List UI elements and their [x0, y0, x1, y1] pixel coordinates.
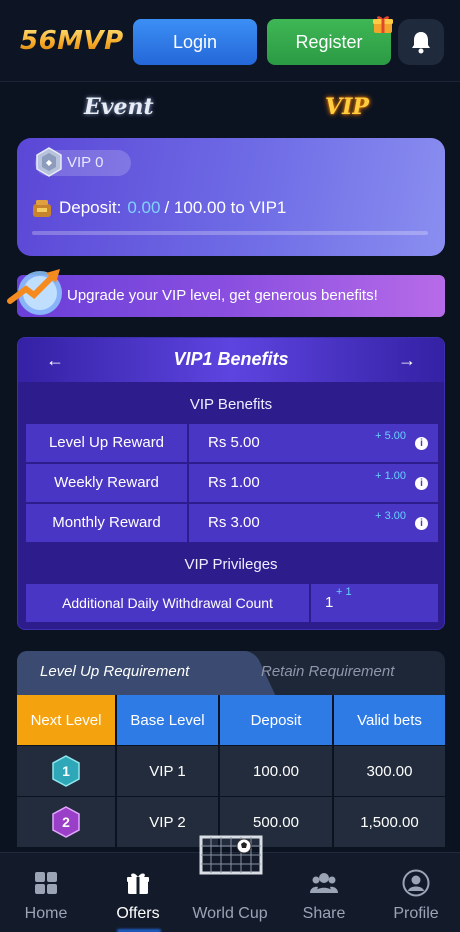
- tab-vip[interactable]: VIP: [325, 94, 369, 120]
- nav-share-label: Share: [302, 905, 346, 922]
- upgrade-banner: Upgrade your VIP level, get generous ben…: [17, 275, 445, 317]
- deposit-progress-bar: [32, 231, 428, 235]
- benefit-plus: + 5.00: [375, 430, 406, 442]
- level-up-arrow-icon: [7, 269, 62, 315]
- col-header-deposit: Deposit: [220, 695, 332, 745]
- gift-icon: [373, 16, 393, 33]
- vip1-badge-number: 1: [62, 763, 70, 779]
- login-button[interactable]: Login: [133, 19, 257, 65]
- benefit-label: Level Up Reward: [26, 424, 187, 462]
- deposit-target: / 100.00 to VIP1: [164, 198, 287, 217]
- privilege-label: Additional Daily Withdrawal Count: [26, 584, 309, 622]
- benefit-row: Weekly Reward Rs 1.00 + 1.00 i: [26, 464, 438, 502]
- nav-profile-label: Profile: [393, 905, 439, 922]
- upgrade-text: Upgrade your VIP level, get generous ben…: [67, 287, 378, 304]
- benefit-row: Level Up Reward Rs 5.00 + 5.00 i: [26, 424, 438, 462]
- benefit-row: Monthly Reward Rs 3.00 + 3.00 i: [26, 504, 438, 542]
- col-header-base-level: Base Level: [117, 695, 218, 745]
- nav-offers[interactable]: Offers: [92, 853, 184, 932]
- info-icon[interactable]: i: [415, 437, 428, 450]
- top-header: 56MVP Login Register: [0, 0, 460, 82]
- profile-icon: [402, 869, 430, 897]
- requirement-tabs: Level Up Requirement Retain Requirement: [17, 651, 445, 695]
- bell-icon: [412, 32, 430, 54]
- soccer-goal-icon[interactable]: [198, 834, 264, 878]
- info-icon[interactable]: i: [415, 477, 428, 490]
- vip-level-text: VIP 0: [67, 154, 104, 171]
- deposit-progress-text: Deposit: 0.00 / 100.00 to VIP1: [31, 198, 286, 218]
- vip-benefits-panel: ← VIP1 Benefits → VIP Benefits Level Up …: [17, 337, 445, 630]
- vip-level-badge: ◆ VIP 0: [35, 147, 131, 177]
- vip2-badge-number: 2: [62, 814, 70, 830]
- benefits-title: VIP1 Benefits: [173, 349, 289, 369]
- vip-gem-icon: ◆: [36, 147, 62, 177]
- vip-privileges-heading: VIP Privileges: [184, 556, 278, 573]
- vip1-badge-icon: 1: [52, 755, 80, 787]
- home-grid-icon: [35, 872, 57, 894]
- benefit-plus: + 3.00: [375, 510, 406, 522]
- table-cell: 300.00: [334, 746, 445, 796]
- table-cell-badge: 2: [17, 797, 115, 847]
- vip-status-card: ◆ VIP 0 Deposit: 0.00 / 100.00 to VIP1: [17, 138, 445, 256]
- table-cell: 1,500.00: [334, 797, 445, 847]
- tab-event[interactable]: Event: [84, 94, 154, 120]
- table-cell: VIP 1: [117, 746, 218, 796]
- nav-home-label: Home: [24, 905, 68, 922]
- people-icon: [310, 873, 338, 893]
- vip-benefits-heading: VIP Benefits: [189, 396, 273, 413]
- benefit-plus: + 1.00: [375, 470, 406, 482]
- nav-home[interactable]: Home: [0, 853, 92, 932]
- deposit-current: 0.00: [127, 198, 161, 217]
- privilege-value: 1: [311, 584, 438, 622]
- money-bag-icon: [33, 200, 51, 217]
- col-header-next-level: Next Level: [17, 695, 115, 745]
- tab-level-up-label[interactable]: Level Up Requirement: [40, 663, 189, 680]
- benefit-label: Monthly Reward: [26, 504, 187, 542]
- info-icon[interactable]: i: [415, 517, 428, 530]
- privilege-plus: + 1: [336, 586, 352, 598]
- benefits-header: ← VIP1 Benefits →: [18, 338, 444, 382]
- vip2-badge-icon: 2: [52, 806, 80, 838]
- deposit-label: Deposit:: [59, 198, 122, 217]
- notification-button[interactable]: [398, 19, 444, 65]
- nav-profile[interactable]: Profile: [370, 853, 460, 932]
- nav-share[interactable]: Share: [278, 853, 370, 932]
- svg-text:◆: ◆: [46, 158, 53, 167]
- nav-offers-label: Offers: [116, 905, 160, 922]
- brand-logo[interactable]: 56MVP: [20, 26, 124, 56]
- next-level-arrow-icon[interactable]: →: [398, 350, 416, 371]
- tab-retain-label[interactable]: Retain Requirement: [261, 663, 394, 680]
- privilege-row: Additional Daily Withdrawal Count 1 + 1: [26, 584, 438, 622]
- nav-world-cup-label: World Cup: [192, 905, 268, 922]
- gift-icon: [127, 873, 149, 894]
- table-cell: 100.00: [220, 746, 332, 796]
- col-header-valid-bets: Valid bets: [334, 695, 445, 745]
- benefit-label: Weekly Reward: [26, 464, 187, 502]
- table-cell-badge: 1: [17, 746, 115, 796]
